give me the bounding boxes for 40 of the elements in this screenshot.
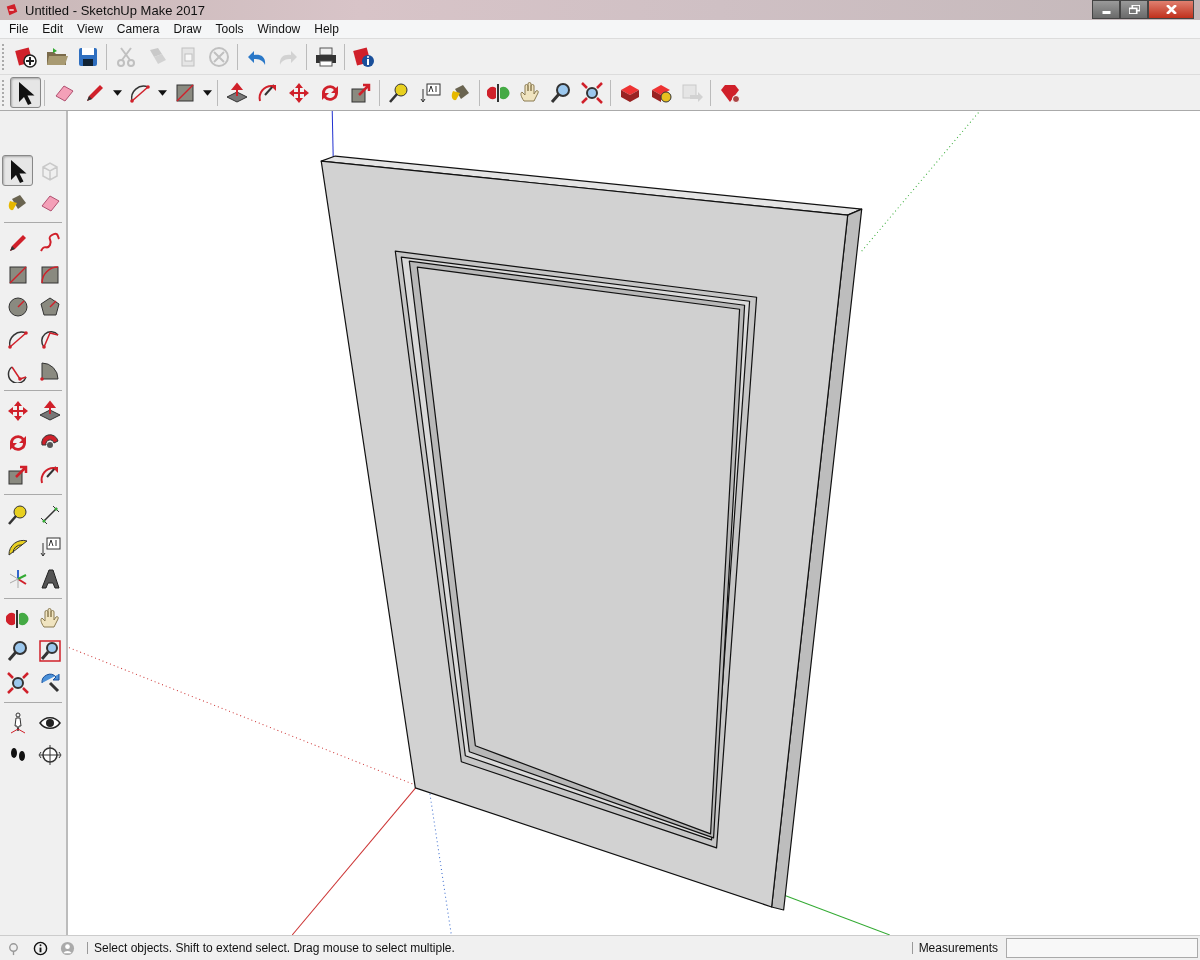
menu-item[interactable]: View: [70, 22, 110, 36]
hand-icon: [37, 606, 62, 631]
menu-item[interactable]: Window: [250, 22, 308, 36]
minimize-icon: [1101, 11, 1111, 14]
measurements-label: Measurements: [918, 941, 998, 955]
zoom-extents-icon: [5, 670, 30, 695]
caret-icon: [157, 89, 167, 96]
menu-item[interactable]: Camera: [109, 22, 167, 36]
magnifier-icon: [548, 80, 573, 105]
restore-icon: [1128, 5, 1140, 14]
close-icon: [1165, 5, 1177, 14]
minimize-button[interactable]: [1092, 0, 1120, 19]
push-pull-icon: [224, 80, 249, 105]
push-pull-icon: [37, 398, 62, 423]
tool-button[interactable]: [10, 77, 41, 108]
tape-measure-icon: [386, 80, 411, 105]
window-title: Untitled - SketchUp Make 2017: [25, 2, 206, 18]
section-plane-icon: [37, 742, 62, 767]
magnifier-icon: [5, 638, 30, 663]
app-logo-icon: [5, 3, 19, 17]
menu-item[interactable]: Edit: [35, 22, 71, 36]
circle-icon: [5, 294, 30, 319]
zoom-extents-icon: [579, 80, 604, 105]
menu-item[interactable]: Draw: [166, 22, 209, 36]
info-icon[interactable]: [33, 940, 48, 956]
circle-x-icon: [206, 44, 231, 69]
menu-item[interactable]: Help: [307, 22, 346, 36]
tape-measure-icon: [5, 502, 30, 527]
close-button[interactable]: [1148, 0, 1194, 19]
hand-icon: [517, 80, 542, 105]
menu-item[interactable]: File: [2, 22, 36, 36]
caret-icon: [202, 89, 212, 96]
restore-button[interactable]: [1120, 0, 1148, 19]
magnifier-icon: [37, 638, 62, 663]
measurements-field[interactable]: [1006, 938, 1198, 958]
tool-button[interactable]: [2, 155, 33, 186]
menu-item[interactable]: Tools: [208, 22, 251, 36]
printer-icon: [313, 44, 338, 69]
status-hint: Select objects. Shift to extend select. Drag mouse to select multiple.: [94, 941, 456, 955]
caret-icon: [112, 89, 122, 96]
